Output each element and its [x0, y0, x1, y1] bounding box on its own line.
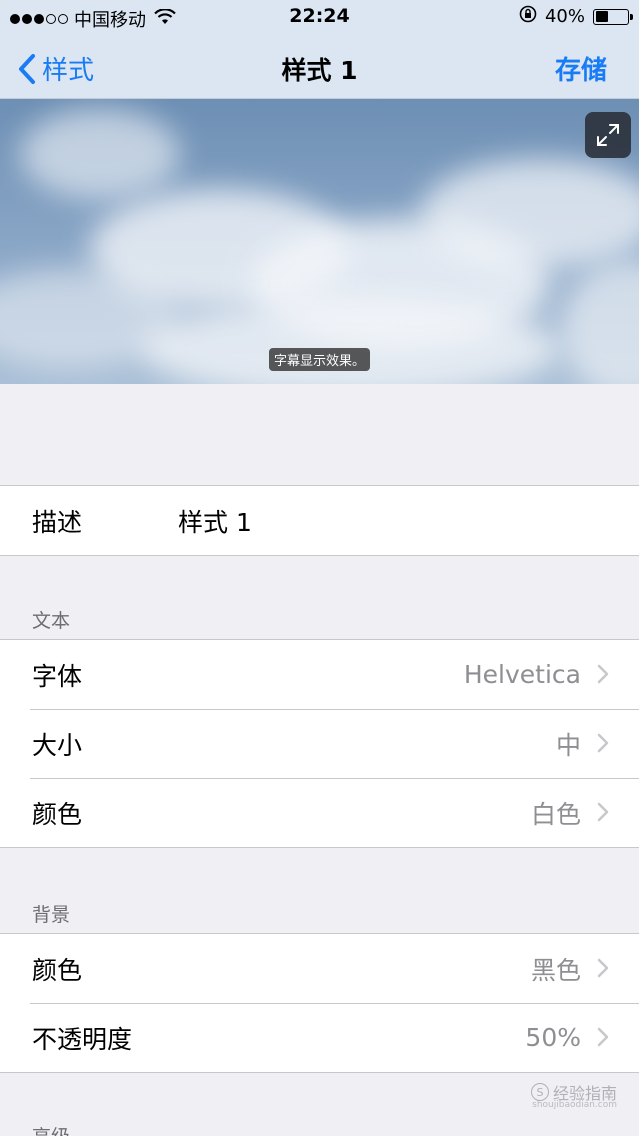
description-group: 描述 样式 1 — [0, 485, 639, 556]
background-color-row[interactable]: 颜色 黑色 — [0, 934, 639, 1003]
font-value: Helvetica — [463, 660, 581, 689]
fullscreen-button[interactable] — [585, 112, 631, 158]
description-row[interactable]: 描述 样式 1 — [0, 486, 639, 555]
subtitle-preview: 字幕显示效果。 — [0, 99, 639, 384]
status-bar: 中国移动 22:24 40% — [0, 0, 639, 34]
chevron-right-icon — [597, 733, 609, 753]
background-color-value: 黑色 — [530, 955, 581, 985]
description-label: 描述 — [32, 507, 83, 537]
size-row[interactable]: 大小 中 — [0, 709, 639, 778]
opacity-row[interactable]: 不透明度 50% — [0, 1003, 639, 1072]
watermark-url: shoujibaodian.com — [532, 1100, 617, 1110]
font-row[interactable]: 字体 Helvetica — [0, 640, 639, 709]
battery-icon — [593, 8, 633, 25]
section-header-background: 背景 — [32, 904, 71, 926]
navigation-bar: 样式 样式 1 存储 — [0, 34, 639, 99]
battery-percent: 40% — [544, 6, 585, 27]
page-title: 样式 1 — [281, 56, 358, 85]
text-color-label: 颜色 — [32, 799, 83, 829]
expand-icon — [597, 124, 619, 146]
background-settings-group: 颜色 黑色 不透明度 50% — [0, 933, 639, 1073]
chevron-right-icon — [597, 958, 609, 978]
section-header-text: 文本 — [32, 610, 71, 632]
background-color-label: 颜色 — [32, 955, 83, 985]
watermark-logo-icon: S — [530, 1083, 549, 1101]
opacity-value: 50% — [525, 1023, 581, 1052]
orientation-lock-icon — [519, 5, 537, 28]
chevron-right-icon — [597, 802, 609, 822]
text-color-row[interactable]: 颜色 白色 — [0, 778, 639, 847]
text-settings-group: 字体 Helvetica 大小 中 颜色 白色 — [0, 639, 639, 848]
status-right: 40% — [519, 5, 633, 28]
section-header-advanced: 高级 — [32, 1122, 70, 1136]
caption-text: 字幕显示效果。 — [268, 348, 370, 371]
save-button[interactable]: 存储 — [555, 50, 607, 87]
caption-sample: 字幕显示效果。 — [0, 348, 639, 371]
description-input[interactable]: 样式 1 — [178, 503, 252, 539]
size-label: 大小 — [32, 730, 83, 760]
chevron-right-icon — [597, 1027, 609, 1047]
size-value: 中 — [555, 730, 581, 760]
text-color-value: 白色 — [530, 799, 581, 829]
font-label: 字体 — [32, 661, 83, 691]
chevron-right-icon — [597, 664, 609, 684]
opacity-label: 不透明度 — [32, 1024, 133, 1054]
